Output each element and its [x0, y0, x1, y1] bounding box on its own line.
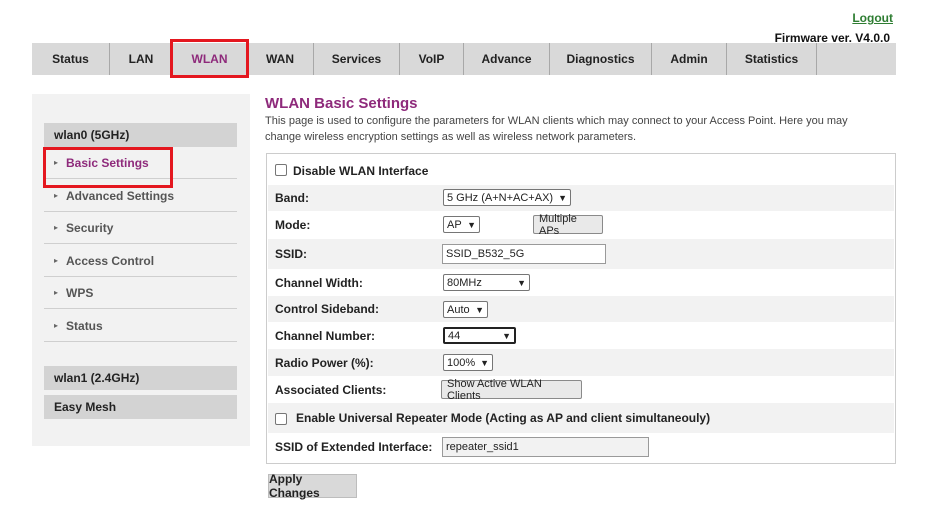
chevron-down-icon: ▼: [502, 330, 511, 341]
universal-repeater-label: Enable Universal Repeater Mode (Acting a…: [296, 411, 711, 425]
row-mode: Mode: AP ▼ Multiple APs: [268, 211, 894, 239]
ssid-input[interactable]: SSID_B532_5G: [442, 244, 606, 264]
sidebar-item-security[interactable]: ▸ Security: [44, 212, 237, 244]
page-description: This page is used to configure the param…: [265, 115, 848, 143]
row-associated-clients: Associated Clients: Show Active WLAN Cli…: [268, 376, 894, 403]
top-nav: Status LAN WLAN WAN Services VoIP Advanc…: [32, 39, 896, 78]
sidebar-item-access-control[interactable]: ▸ Access Control: [44, 245, 237, 277]
mode-value: AP: [447, 218, 462, 231]
chevron-down-icon: ▼: [475, 304, 484, 315]
tab-services[interactable]: Services: [314, 43, 400, 75]
control-sideband-value: Auto: [447, 303, 470, 316]
sidebar-item-label: WPS: [66, 285, 94, 300]
row-channel-width: Channel Width: 80MHz ▼: [268, 269, 894, 296]
channel-number-select[interactable]: 44 ▼: [443, 327, 516, 344]
ssid-label: SSID:: [275, 247, 308, 261]
bullet-arrow-icon: ▸: [54, 288, 59, 297]
tab-voip[interactable]: VoIP: [400, 43, 464, 75]
sidebar: wlan0 (5GHz) ▸ Basic Settings ▸ Advanced…: [32, 94, 250, 446]
band-value: 5 GHz (A+N+AC+AX): [447, 191, 554, 204]
bullet-arrow-icon: ▸: [54, 256, 59, 265]
sidebar-item-label: Status: [66, 318, 103, 333]
wlan-basic-form: Disable WLAN Interface Band: 5 GHz (A+N+…: [266, 153, 896, 464]
apply-changes-button[interactable]: Apply Changes: [268, 472, 357, 500]
row-disable-wlan: Disable WLAN Interface: [268, 157, 894, 185]
row-radio-power: Radio Power (%): 100% ▼: [268, 349, 894, 376]
sidebar-item-wps[interactable]: ▸ WPS: [44, 277, 237, 309]
sidebar-item-label: Advanced Settings: [66, 188, 175, 203]
mode-select[interactable]: AP ▼: [443, 216, 480, 233]
sidebar-section-easy-mesh[interactable]: Easy Mesh: [44, 395, 237, 419]
sidebar-item-label: Basic Settings: [66, 155, 149, 170]
chevron-down-icon: ▼: [558, 192, 567, 203]
tab-wlan[interactable]: WLAN: [170, 39, 249, 78]
bullet-arrow-icon: ▸: [54, 158, 59, 167]
universal-repeater-checkbox[interactable]: [275, 411, 287, 425]
bullet-arrow-icon: ▸: [54, 223, 59, 232]
row-band: Band: 5 GHz (A+N+AC+AX) ▼: [268, 185, 894, 211]
row-ssid: SSID: SSID_B532_5G: [268, 239, 894, 269]
band-label: Band:: [275, 191, 309, 205]
chevron-down-icon: ▼: [480, 357, 489, 368]
row-extended-ssid: SSID of Extended Interface: repeater_ssi…: [268, 433, 894, 461]
tab-statistics[interactable]: Statistics: [727, 43, 817, 75]
tab-admin[interactable]: Admin: [652, 43, 727, 75]
chevron-down-icon: ▼: [517, 277, 526, 288]
sidebar-item-basic-settings[interactable]: ▸ Basic Settings: [43, 147, 237, 188]
row-universal-repeater: Enable Universal Repeater Mode (Acting a…: [268, 403, 894, 433]
radio-power-value: 100%: [447, 356, 476, 369]
disable-wlan-checkbox[interactable]: [275, 162, 287, 176]
tab-wan[interactable]: WAN: [247, 43, 314, 75]
sidebar-item-status[interactable]: ▸ Status: [44, 310, 237, 342]
sidebar-item-label: Security: [66, 220, 114, 235]
band-select[interactable]: 5 GHz (A+N+AC+AX) ▼: [443, 189, 571, 206]
radio-power-select[interactable]: 100% ▼: [443, 354, 493, 371]
tab-advance[interactable]: Advance: [464, 43, 550, 75]
sidebar-section-wlan0[interactable]: wlan0 (5GHz): [44, 123, 237, 147]
bullet-arrow-icon: ▸: [54, 191, 59, 200]
row-control-sideband: Control Sideband: Auto ▼: [268, 296, 894, 322]
sidebar-item-label: Access Control: [66, 253, 155, 268]
row-channel-number: Channel Number: 44 ▼: [268, 322, 894, 349]
channel-number-value: 44: [448, 329, 461, 342]
channel-width-label: Channel Width:: [275, 275, 363, 290]
channel-number-label: Channel Number:: [275, 328, 376, 343]
extended-ssid-input[interactable]: repeater_ssid1: [442, 437, 649, 457]
tab-lan[interactable]: LAN: [110, 43, 173, 75]
chevron-down-icon: ▼: [467, 219, 476, 230]
associated-clients-label: Associated Clients:: [275, 382, 387, 397]
sidebar-section-wlan1[interactable]: wlan1 (2.4GHz): [44, 366, 237, 390]
channel-width-select[interactable]: 80MHz ▼: [443, 274, 530, 291]
mode-label: Mode:: [275, 218, 311, 232]
disable-wlan-label: Disable WLAN Interface: [293, 164, 429, 178]
multiple-aps-button[interactable]: Multiple APs: [533, 213, 603, 237]
tab-status[interactable]: Status: [32, 43, 110, 75]
show-active-clients-button[interactable]: Show Active WLAN Clients: [441, 378, 582, 402]
control-sideband-label: Control Sideband:: [275, 302, 379, 316]
extended-ssid-label: SSID of Extended Interface:: [275, 440, 433, 454]
sidebar-item-advanced-settings[interactable]: ▸ Advanced Settings: [44, 180, 237, 212]
tab-diagnostics[interactable]: Diagnostics: [550, 43, 652, 75]
logout-link[interactable]: Logout: [852, 11, 893, 25]
control-sideband-select[interactable]: Auto ▼: [443, 301, 488, 318]
radio-power-label: Radio Power (%):: [275, 355, 374, 370]
page-title: WLAN Basic Settings: [265, 95, 418, 112]
channel-width-value: 80MHz: [447, 276, 482, 289]
bullet-arrow-icon: ▸: [54, 321, 59, 330]
